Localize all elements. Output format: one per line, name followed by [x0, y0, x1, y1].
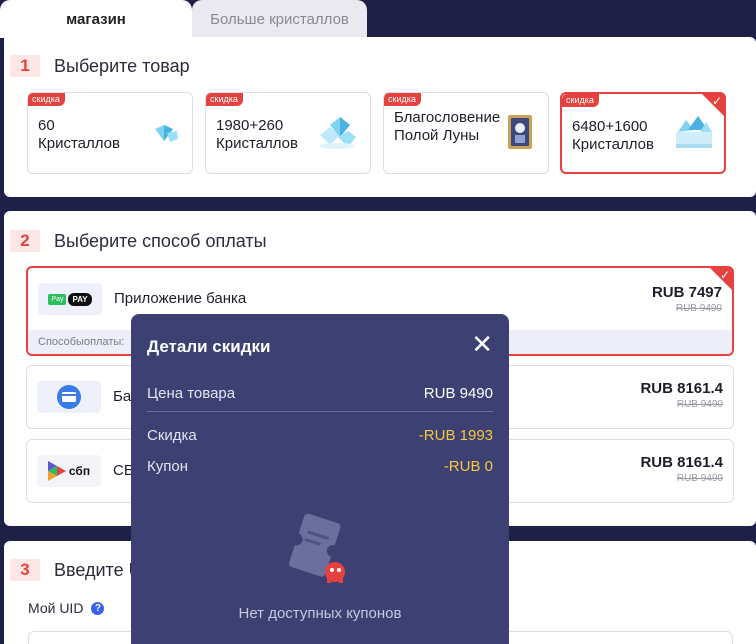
item-price-label: Цена товара: [147, 385, 236, 402]
uid-label: Мой UID: [28, 600, 84, 616]
product-name: 1980+260 Кристаллов: [216, 117, 298, 152]
check-icon: ✓: [719, 268, 730, 282]
small-crystal-icon: [155, 125, 178, 142]
section-title: Выберите способ оплаты: [54, 230, 267, 251]
step-number: 1: [10, 55, 40, 77]
product-name: 60 Кристаллов: [38, 117, 120, 152]
payment-method-name: Ба: [113, 388, 132, 405]
tab-store[interactable]: магазин: [0, 0, 192, 38]
product-name: Благословение Полой Луны: [394, 109, 501, 144]
product-section: 1 Выберите товар скидка 60 Кристаллов ск…: [4, 37, 756, 197]
coupon-row: Купон -RUB 0: [147, 458, 493, 475]
item-price-row: Цена товара RUB 9490: [147, 385, 493, 402]
product-name: 6480+1600 Кристаллов: [572, 118, 654, 153]
help-icon[interactable]: ?: [91, 601, 105, 615]
product-card-moon-blessing[interactable]: скидка Благословение Полой Луны: [383, 92, 549, 174]
modal-divider: [147, 411, 493, 412]
crystal-pile-icon: [319, 117, 356, 149]
discount-badge: скидка: [384, 93, 421, 106]
discount-details-modal: Детали скидки ✕ Цена товара RUB 9490 Ски…: [131, 314, 509, 644]
empty-coupon-icon: [289, 513, 345, 583]
bank-app-pay-logo: Pay PAY: [38, 283, 102, 315]
section-title: Введите U: [54, 559, 142, 580]
payment-section-header: 2 Выберите способ оплаты: [10, 230, 267, 252]
sbp-logo: сбп: [37, 455, 101, 487]
discount-row: Скидка -RUB 1993: [147, 427, 493, 444]
original-price: RUB 9490: [675, 303, 722, 314]
discount-badge: скидка: [562, 94, 599, 107]
section-title: Выберите товар: [54, 55, 190, 76]
product-section-header: 1 Выберите товар: [10, 55, 190, 77]
step-number: 2: [10, 230, 40, 252]
payment-price: RUB 8161.4 RUB 9490: [640, 454, 723, 484]
payment-method-name: Приложение банка: [114, 290, 247, 307]
product-card-60-crystals[interactable]: скидка 60 Кристаллов: [27, 92, 193, 174]
moon-card-icon: [508, 115, 532, 149]
discounted-price: RUB 8161.4: [640, 380, 723, 397]
coupon-label: Купон: [147, 458, 188, 475]
uid-label-row: Мой UID ?: [28, 600, 105, 616]
coupon-value: -RUB 0: [443, 458, 493, 475]
discount-badge: скидка: [206, 93, 243, 106]
modal-title: Детали скидки: [147, 337, 271, 356]
no-coupons-text: Нет доступных купонов: [238, 605, 402, 622]
close-icon[interactable]: ✕: [471, 331, 493, 357]
check-icon: ✓: [711, 94, 722, 108]
payment-price: RUB 8161.4 RUB 9490: [640, 380, 723, 410]
store-tabs: магазин Больше кристаллов: [0, 0, 756, 38]
discount-label: Скидка: [147, 427, 197, 444]
bank-card-icon: [37, 381, 101, 413]
product-card-1980-crystals[interactable]: скидка 1980+260 Кристаллов: [205, 92, 371, 174]
crystal-chest-icon: [676, 116, 712, 148]
item-price-value: RUB 9490: [423, 385, 493, 402]
uid-section-header: 3 Введите U: [10, 559, 142, 581]
original-price: RUB 9490: [676, 473, 723, 484]
product-card-6480-crystals[interactable]: скидка 6480+1600 Кристаллов ✓: [560, 92, 726, 174]
step-number: 3: [10, 559, 40, 581]
discount-badge: скидка: [28, 93, 65, 106]
tab-more-crystals[interactable]: Больше кристаллов: [192, 0, 367, 38]
discount-value: -RUB 1993: [418, 427, 493, 444]
discounted-price: RUB 8161.4: [640, 454, 723, 471]
original-price: RUB 9490: [676, 399, 723, 410]
